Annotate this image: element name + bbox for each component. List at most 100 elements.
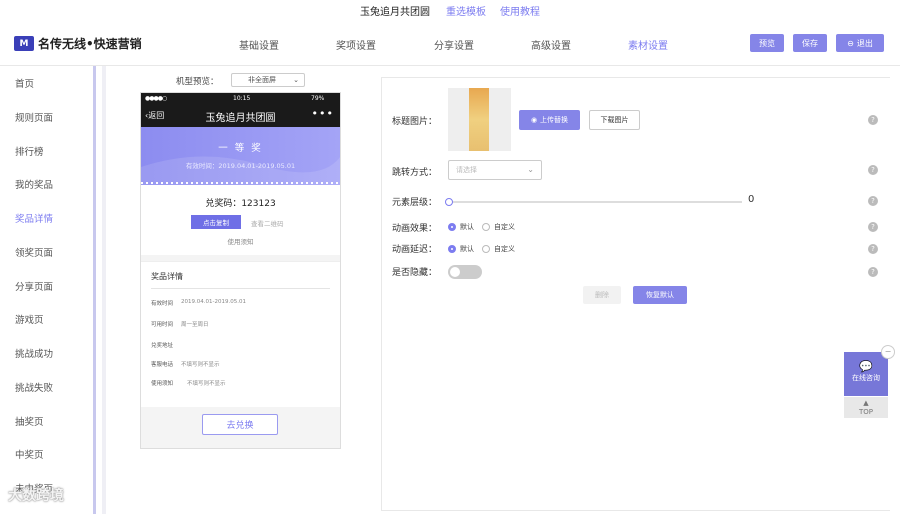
chevron-down-icon: ⌄ [293,76,299,84]
exit-button[interactable]: ⊖ 退出 [836,34,884,52]
title-image [469,88,489,151]
restore-default-button[interactable]: 恢复默认 [633,286,687,304]
top-bar: 玉兔追月共团圆 重选模板 使用教程 [0,0,900,20]
banner-wave-decoration [141,156,340,185]
nav-material-settings[interactable]: 素材设置 [628,37,668,52]
layer-slider-track[interactable] [448,201,742,203]
reselect-template-link[interactable]: 重选模板 [446,3,486,18]
hide-toggle[interactable] [448,265,482,279]
help-icon[interactable]: ? [868,244,878,254]
detail-row: 使用须知 不填写则不显示 [151,379,226,387]
delete-button[interactable]: 删除 [583,286,621,304]
divider [151,288,330,289]
status-battery: 79% [311,95,325,102]
detail-row: 可用时间 周一至周日 [151,320,209,328]
radio-unchecked-icon [482,223,490,231]
back-to-top-button[interactable]: ▲ TOP [844,397,888,418]
redeem-button[interactable]: 去兑换 [202,414,278,435]
detail-key: 可用时间 [151,322,174,328]
phone-preview: ●●●●○ 10:15 79% ‹返回 玉兔追月共团圆 ••• 一 等 奖 有效… [140,92,341,449]
help-icon[interactable]: ? [868,222,878,232]
sidebar-item-share[interactable]: 分享页面 [15,279,53,293]
sidebar-item-success[interactable]: 挑战成功 [15,346,53,360]
close-icon[interactable]: − [881,345,895,359]
radio-label: 默认 [460,223,474,231]
help-icon[interactable]: ? [868,267,878,277]
copy-button[interactable]: 点击复制 [191,215,241,229]
nav-prize-settings[interactable]: 奖项设置 [336,37,376,52]
help-icon[interactable]: ? [868,165,878,175]
online-consult-button[interactable]: 💬 在线咨询 [844,352,888,396]
help-icon[interactable]: ? [868,196,878,206]
prize-banner: 一 等 奖 有效时间：2019.04.01-2019.05.01 [141,127,340,185]
caret-up-icon: ▲ [863,399,869,407]
title-image-label: 标题图片： [392,117,438,127]
radio-checked-icon [448,223,456,231]
sidebar-item-rules[interactable]: 规则页面 [15,110,53,124]
eye-icon: ◉ [530,116,538,124]
watermark: 大数跨境 [8,488,64,504]
anim-effect-custom-radio[interactable]: 自定义 [482,222,515,232]
preview-button[interactable]: 预览 [750,34,784,52]
sidebar-item-lottery[interactable]: 抽奖页 [15,414,44,428]
layer-value: 0 [748,194,755,205]
sidebar-item-leaderboard[interactable]: 排行榜 [15,144,44,158]
toggle-knob [450,267,460,277]
nav-basic-settings[interactable]: 基础设置 [239,37,279,52]
details-title: 奖品详情 [151,272,183,281]
layer-label: 元素层级： [392,198,438,208]
download-image-button[interactable]: 下载图片 [589,110,640,130]
save-button[interactable]: 保存 [793,34,827,52]
logo-mark-icon: M [14,36,34,51]
sidebar-item-prize-details[interactable]: 奖品详情 [15,211,53,225]
logo: M 名传无线•快速营销 [14,35,142,52]
nav-share-settings[interactable]: 分享设置 [434,37,474,52]
upload-replace-button[interactable]: ◉ 上传替换 [519,110,580,130]
phone-status-bar: ●●●●○ 10:15 79% [141,93,340,105]
redeem-code-card: 兑奖码：123123 点击复制 查看二维码 使用须知 [141,185,340,255]
main-header: M 名传无线•快速营销 基础设置 奖项设置 分享设置 高级设置 素材设置 预览 … [0,20,900,66]
app-root: 玉兔追月共团圆 重选模板 使用教程 M 名传无线•快速营销 基础设置 奖项设置 … [0,0,900,514]
sidebar-item-my-prizes[interactable]: 我的奖品 [15,177,53,191]
jump-mode-select[interactable]: 请选择 ⌄ [448,160,542,180]
anim-effect-default-radio[interactable]: 默认 [448,222,474,232]
sidebar-item-home[interactable]: 首页 [15,76,34,90]
layer-slider-handle[interactable] [445,198,453,206]
redeem-code: 兑奖码：123123 [205,199,276,209]
prize-validity: 有效时间：2019.04.01-2019.05.01 [185,162,296,170]
detail-row: 有效时间 2019.04.01-2019.05.01 [151,299,246,307]
jump-mode-placeholder: 请选择 [456,166,477,174]
sidebar-item-game[interactable]: 游戏页 [15,312,44,326]
sidebar-item-fail[interactable]: 挑战失败 [15,380,53,394]
more-icon[interactable]: ••• [312,107,334,120]
anim-delay-custom-radio[interactable]: 自定义 [482,244,515,254]
upload-label: 上传替换 [540,116,569,124]
phone-title-bar: ‹返回 玉兔追月共团圆 ••• [141,105,340,127]
anim-delay-default-radio[interactable]: 默认 [448,244,474,254]
model-select[interactable]: 非全面屏 ⌄ [231,73,305,87]
top-label: TOP [858,408,873,416]
anim-delay-label: 动画延迟： [392,245,438,255]
nav-advanced-settings[interactable]: 高级设置 [531,37,571,52]
sidebar-separator [102,66,106,514]
radio-checked-icon [448,245,456,253]
usage-note-link[interactable]: 使用须知 [141,236,340,246]
help-icon[interactable]: ? [868,115,878,125]
detail-value: 不填写则不显示 [187,381,226,387]
logo-text: 名传无线•快速营销 [38,37,142,51]
campaign-title: 玉兔追月共团圆 [360,7,430,18]
sidebar-item-win[interactable]: 中奖页 [15,447,44,461]
anim-effect-label: 动画效果： [392,224,438,234]
title-image-thumbnail[interactable] [448,88,511,151]
exit-label: 退出 [856,38,873,48]
status-time: 10:15 [233,95,251,102]
sidebar-item-claim[interactable]: 领奖页面 [15,245,53,259]
view-qr-link[interactable]: 查看二维码 [251,218,284,228]
radio-label: 默认 [460,245,474,253]
detail-value: 2019.04.01-2019.05.01 [181,299,246,305]
detail-key: 客服电话 [151,362,174,368]
detail-value: 周一至周日 [181,322,209,328]
tutorial-link[interactable]: 使用教程 [500,3,540,18]
sidebar: 首页 规则页面 排行榜 我的奖品 奖品详情 领奖页面 分享页面 游戏页 挑战成功… [0,66,96,514]
detail-key: 兑奖地址 [151,343,174,349]
